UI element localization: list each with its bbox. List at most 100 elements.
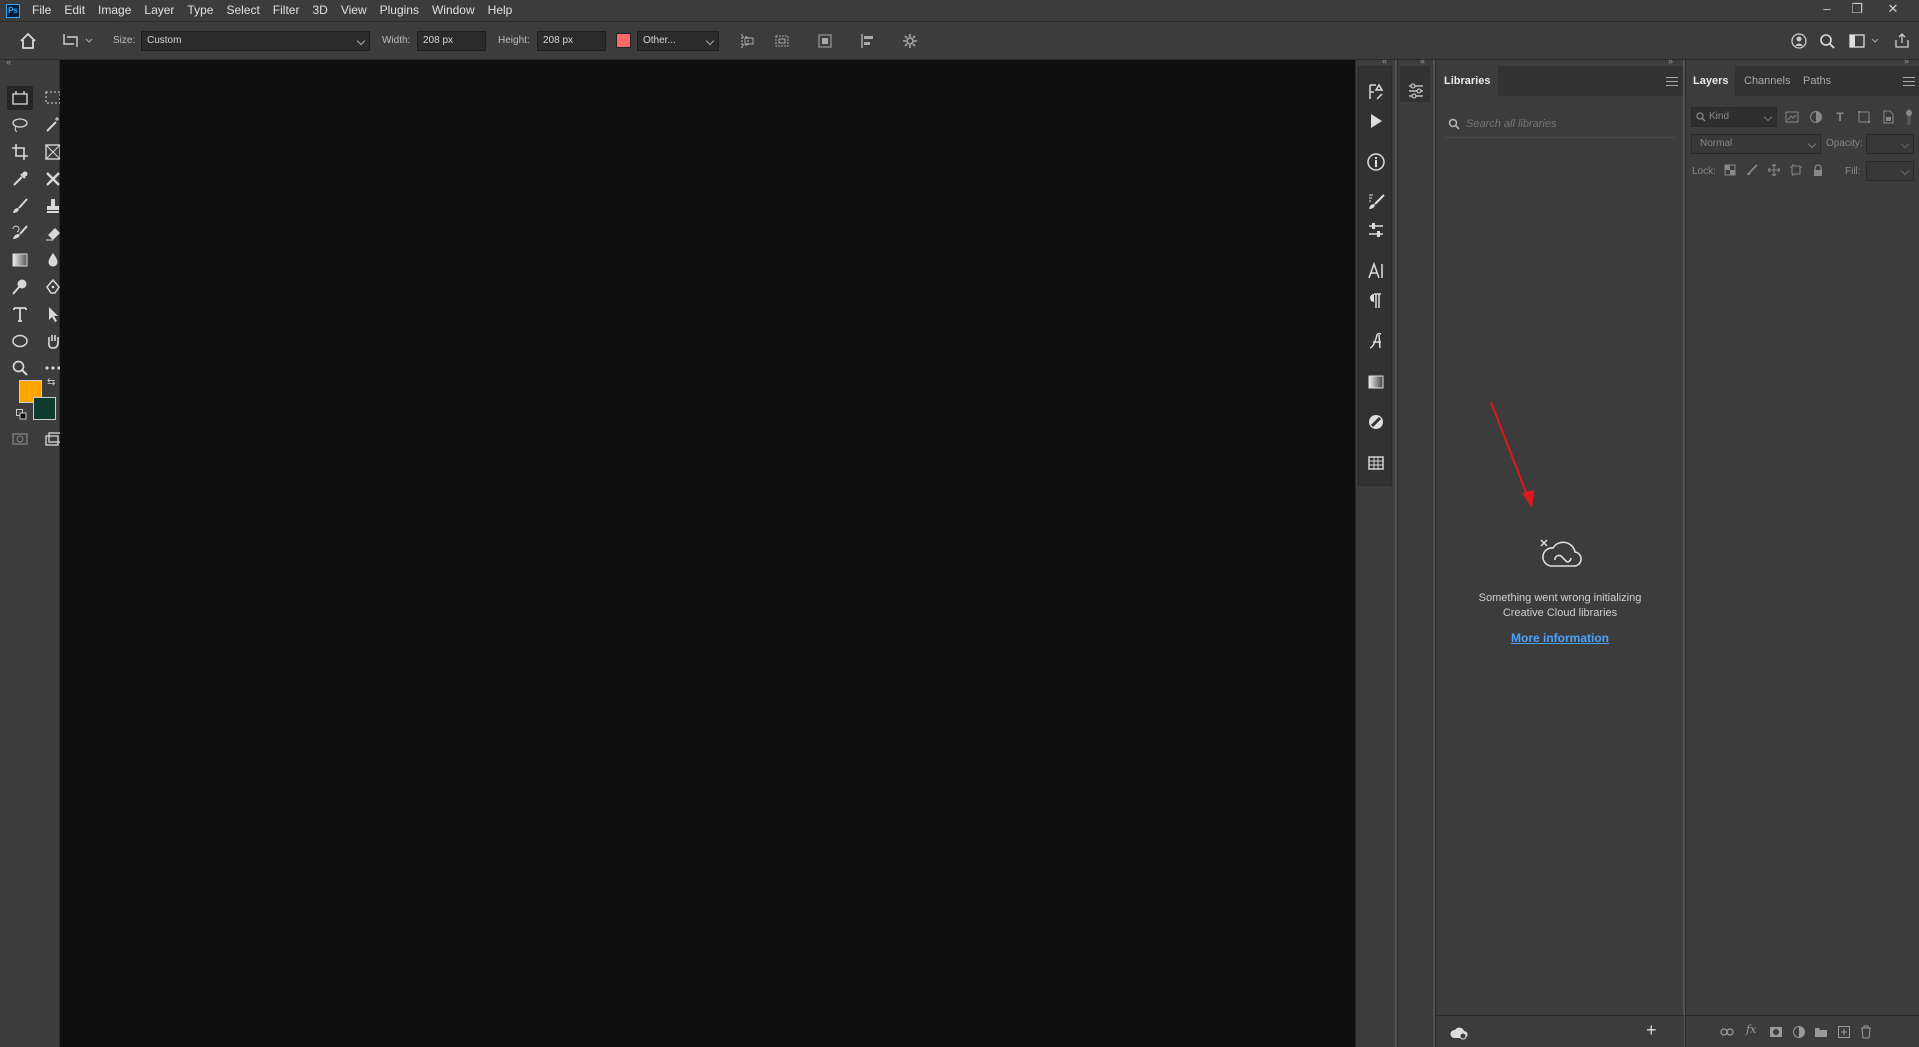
more-information-link[interactable]: More information	[1511, 631, 1609, 645]
crop-tool[interactable]	[7, 140, 33, 164]
library-search-input[interactable]	[1466, 115, 1666, 133]
new-group-icon[interactable]	[1814, 1025, 1828, 1039]
glyphs-icon[interactable]	[1366, 331, 1386, 351]
menu-filter[interactable]: Filter	[267, 0, 307, 21]
lock-pixels-icon[interactable]	[1746, 164, 1758, 176]
opacity-field[interactable]	[1866, 134, 1914, 154]
layer-style-icon[interactable]: fx	[1746, 1023, 1760, 1037]
fill-color-swatch[interactable]	[616, 33, 631, 48]
expand-dock-icon[interactable]: «	[1420, 56, 1425, 66]
filter-shape-icon[interactable]	[1857, 110, 1871, 124]
lock-all-icon[interactable]	[1812, 164, 1824, 176]
styles-icon[interactable]	[1366, 412, 1386, 432]
fill-field[interactable]	[1866, 161, 1914, 181]
brush-tool[interactable]	[7, 194, 33, 218]
filter-toggle-icon[interactable]	[1904, 108, 1914, 126]
transform-icon[interactable]	[816, 32, 834, 50]
menu-select[interactable]: Select	[220, 0, 266, 21]
swap-colors-icon[interactable]: ⇆	[47, 378, 59, 390]
kind-value: Kind	[1709, 111, 1730, 122]
canvas-area[interactable]	[60, 60, 1355, 1047]
options-bar: Size: Custom Width: 208 px Height: 208 p…	[0, 21, 1919, 60]
height-field[interactable]: 208 px	[537, 31, 606, 51]
character-icon[interactable]	[1366, 261, 1386, 281]
menu-3d[interactable]: 3D	[306, 0, 334, 21]
gradient-tool[interactable]	[7, 248, 33, 272]
menu-image[interactable]: Image	[92, 0, 138, 21]
collapse-toolbar-icon[interactable]: «	[6, 58, 18, 67]
menu-window[interactable]: Window	[426, 0, 482, 21]
panel-menu-icon[interactable]	[1666, 77, 1678, 86]
link-layers-icon[interactable]	[1720, 1025, 1734, 1039]
menu-edit[interactable]: Edit	[58, 0, 92, 21]
zoom-tool[interactable]	[7, 356, 33, 380]
eyedropper-tool[interactable]	[7, 167, 33, 191]
actions-play-icon[interactable]	[1366, 111, 1386, 131]
workspace-icon[interactable]	[1848, 32, 1880, 50]
history-icon[interactable]	[1366, 82, 1386, 102]
lasso-tool[interactable]	[7, 113, 33, 137]
tab-libraries[interactable]: Libraries	[1436, 66, 1499, 96]
shape-tool[interactable]	[7, 329, 33, 353]
library-search[interactable]	[1444, 110, 1676, 138]
menu-plugins[interactable]: Plugins	[374, 0, 426, 21]
cloud-sync-icon[interactable]	[1450, 1025, 1468, 1041]
tab-channels[interactable]: Channels	[1736, 66, 1798, 96]
tool-preset-picker[interactable]	[60, 31, 94, 51]
align-center-icon[interactable]	[773, 32, 791, 50]
adjustments-icon[interactable]	[1366, 220, 1386, 240]
history-brush-tool[interactable]	[7, 221, 33, 245]
search-icon[interactable]	[1818, 32, 1836, 50]
frame-tool[interactable]	[7, 86, 33, 110]
gear-icon[interactable]	[901, 32, 919, 50]
width-field[interactable]: 208 px	[417, 31, 486, 51]
paragraph-icon[interactable]	[1366, 291, 1386, 311]
collapse-panel-icon[interactable]: »	[1668, 56, 1673, 66]
add-mask-icon[interactable]	[1769, 1025, 1783, 1039]
size-select[interactable]: Custom	[141, 31, 370, 51]
add-library-icon[interactable]: +	[1646, 1021, 1662, 1039]
close-icon[interactable]: ✕	[1881, 0, 1905, 21]
filter-adjustment-icon[interactable]	[1809, 110, 1823, 124]
error-line-1: Something went wrong initializing	[1478, 592, 1642, 604]
table-grid-icon[interactable]	[1366, 453, 1386, 473]
gradients-icon[interactable]	[1366, 372, 1386, 392]
filter-smart-object-icon[interactable]	[1881, 110, 1895, 124]
lock-artboard-icon[interactable]	[1790, 164, 1802, 176]
tab-paths[interactable]: Paths	[1795, 66, 1839, 96]
share-person-icon[interactable]	[1790, 32, 1808, 50]
menu-file[interactable]: File	[26, 0, 58, 21]
filter-pixel-icon[interactable]	[1785, 110, 1799, 124]
default-colors-icon[interactable]	[16, 409, 27, 420]
quick-mask-icon[interactable]	[7, 427, 33, 451]
restore-icon[interactable]: ❐	[1845, 0, 1869, 21]
home-icon[interactable]	[18, 31, 38, 51]
info-icon[interactable]	[1366, 152, 1386, 172]
panel-menu-icon[interactable]	[1903, 77, 1915, 86]
lock-position-icon[interactable]	[1768, 164, 1780, 176]
filter-type-icon[interactable]: T	[1833, 110, 1847, 124]
new-layer-icon[interactable]	[1837, 1025, 1851, 1039]
brush-settings-icon[interactable]	[1366, 192, 1386, 212]
menu-view[interactable]: View	[335, 0, 374, 21]
menu-help[interactable]: Help	[482, 0, 520, 21]
dodge-tool[interactable]	[7, 275, 33, 299]
lock-transparent-icon[interactable]	[1724, 164, 1736, 176]
collapse-dock-icon[interactable]: «	[1382, 56, 1387, 66]
blend-mode-select[interactable]: Normal	[1691, 134, 1821, 154]
background-color-swatch[interactable]	[33, 397, 56, 420]
properties-icon[interactable]	[1406, 81, 1426, 101]
type-tool[interactable]	[7, 302, 33, 326]
collapse-panel-icon[interactable]: »	[1904, 56, 1909, 66]
menu-layer[interactable]: Layer	[138, 0, 181, 21]
minimize-icon[interactable]: –	[1815, 0, 1839, 21]
filter-kind-select[interactable]: Kind	[1691, 107, 1777, 127]
new-adjustment-icon[interactable]	[1792, 1025, 1806, 1039]
delete-layer-icon[interactable]	[1859, 1025, 1873, 1039]
align-left-icon[interactable]	[739, 32, 757, 50]
tab-layers[interactable]: Layers	[1686, 66, 1736, 96]
other-select[interactable]: Other...	[637, 31, 719, 51]
menu-type[interactable]: Type	[181, 0, 220, 21]
align-edges-icon[interactable]	[859, 32, 877, 50]
share-icon[interactable]	[1893, 32, 1911, 50]
